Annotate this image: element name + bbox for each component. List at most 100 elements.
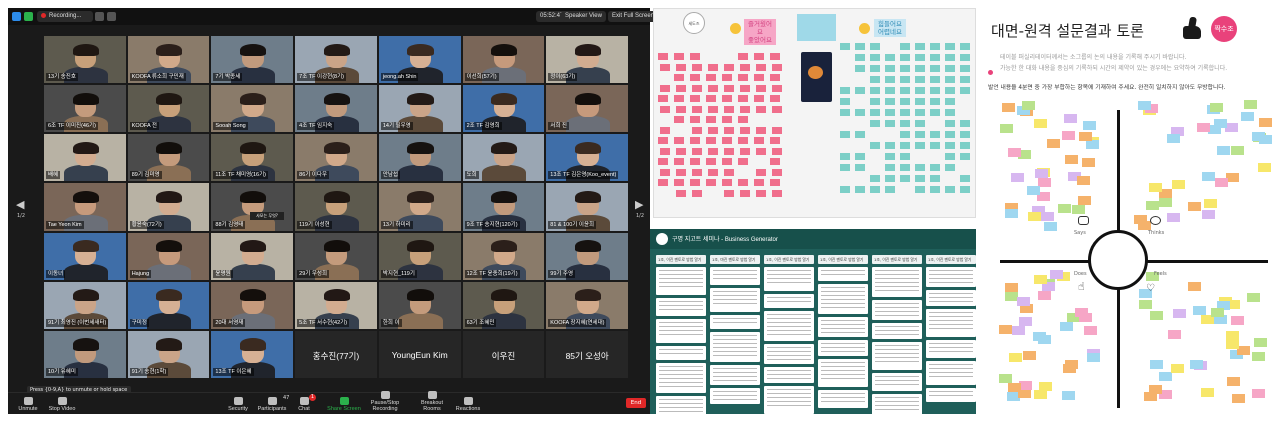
quadrant-sticky-note[interactable] (1190, 359, 1204, 369)
sticky-note-teal[interactable] (915, 76, 925, 83)
participant-tile[interactable]: 13조 TF 이은혜 (211, 330, 294, 378)
sticky-note-teal[interactable] (945, 153, 955, 160)
quadrant-sticky-note[interactable] (1216, 145, 1230, 155)
quadrant-sticky-note[interactable] (1078, 132, 1092, 142)
padlet-post[interactable] (764, 294, 814, 308)
sticky-note-teal[interactable] (915, 131, 925, 138)
sticky-note-pink[interactable] (772, 84, 782, 92)
quadrant-sticky-note[interactable] (1145, 201, 1159, 211)
sticky-note-pink[interactable] (770, 74, 780, 81)
sticky-note-pink[interactable] (706, 158, 716, 165)
participant-tile[interactable]: 11조 TF 채미영(16기) (211, 134, 294, 182)
participant-tile[interactable]: 13기 하미리 (378, 183, 461, 231)
participant-tile[interactable]: 박지현_119기 (378, 232, 461, 280)
sticky-note-pink[interactable] (690, 53, 700, 60)
sticky-note-teal[interactable] (870, 109, 880, 116)
sticky-note-pink[interactable] (754, 74, 764, 81)
sticky-note-pink[interactable] (722, 74, 732, 81)
sticky-note-pink[interactable] (722, 137, 732, 144)
sticky-note-teal[interactable] (945, 164, 955, 171)
sticky-note-teal[interactable] (870, 43, 880, 50)
sticky-note-pink[interactable] (660, 84, 670, 92)
sticky-note-pink[interactable] (724, 168, 734, 176)
sticky-note-teal[interactable] (900, 65, 910, 72)
sticky-note-pink[interactable] (738, 158, 748, 165)
sticky-note-pink[interactable] (754, 95, 764, 102)
sticky-note-teal[interactable] (855, 131, 865, 138)
quadrant-sticky-note[interactable] (1062, 390, 1076, 400)
sticky-note-pink[interactable] (708, 63, 718, 71)
quadrant-sticky-note[interactable] (1065, 359, 1079, 369)
sticky-note-teal[interactable] (960, 153, 970, 160)
participant-tile[interactable]: KOOFA 장지혜(연세대) (546, 281, 628, 329)
sticky-note-pink[interactable] (724, 126, 734, 134)
sticky-note-pink[interactable] (722, 179, 732, 186)
sticky-note-teal[interactable] (885, 109, 895, 116)
stop-video-button[interactable]: Stop Video (42, 397, 82, 412)
participant-tile[interactable]: Sooah Song (211, 85, 294, 133)
participant-tile[interactable]: 29기 우성희 (295, 232, 377, 280)
quadrant-sticky-note[interactable] (1022, 351, 1036, 361)
quadrant-sticky-note[interactable] (1230, 315, 1244, 325)
sticky-note-pink[interactable] (658, 158, 668, 165)
sticky-note-pink[interactable] (674, 74, 684, 81)
padlet-post[interactable] (764, 367, 814, 383)
sticky-note-teal[interactable] (945, 87, 955, 94)
sticky-note-teal[interactable] (885, 76, 895, 83)
sticky-note-pink[interactable] (706, 116, 716, 123)
quadrant-sticky-note[interactable] (1011, 172, 1025, 182)
sticky-note-teal[interactable] (840, 109, 850, 116)
sticky-note-pink[interactable] (772, 63, 782, 71)
quadrant-sticky-note[interactable] (1034, 119, 1048, 129)
sticky-note-pink[interactable] (708, 168, 718, 176)
padlet-post[interactable] (872, 373, 922, 391)
sticky-note-teal[interactable] (945, 109, 955, 116)
quadrant-sticky-note[interactable] (1001, 103, 1015, 113)
participant-tile[interactable]: 4조 TF 임지숙 (295, 85, 377, 133)
speaker-view-button[interactable]: Speaker View (561, 11, 606, 22)
quadrant-sticky-note[interactable] (1034, 169, 1048, 179)
sticky-note-pink[interactable] (674, 95, 684, 102)
participant-tile[interactable]: 2조 TF 김영희 (462, 85, 545, 133)
sticky-note-pink[interactable] (724, 105, 734, 113)
sticky-note-pink[interactable] (690, 137, 700, 144)
participant-tile[interactable]: 91기 송현(1학) (127, 330, 210, 378)
sticky-note-teal[interactable] (915, 65, 925, 72)
breakout-rooms-button[interactable]: Breakout Rooms (412, 391, 452, 412)
quadrant-sticky-note[interactable] (1200, 387, 1214, 397)
sticky-note-pink[interactable] (660, 168, 670, 176)
sticky-note-teal[interactable] (900, 142, 910, 149)
sticky-note-teal[interactable] (930, 54, 940, 61)
sticky-note-teal[interactable] (840, 153, 850, 160)
participant-tile[interactable]: 안남섭 (378, 134, 461, 182)
sticky-note-teal[interactable] (945, 131, 955, 138)
participant-tile[interactable]: 9조 TF 송지현(120기) (462, 183, 545, 231)
sticky-note-pink[interactable] (740, 126, 750, 134)
quadrant-sticky-note[interactable] (998, 373, 1012, 383)
sticky-note-pink[interactable] (756, 147, 766, 155)
sticky-note-teal[interactable] (930, 109, 940, 116)
sticky-note-pink[interactable] (708, 147, 718, 155)
padlet-post[interactable] (818, 284, 868, 314)
sticky-note-teal[interactable] (945, 186, 955, 193)
sticky-note-pink[interactable] (708, 126, 718, 134)
sticky-note-teal[interactable] (840, 131, 850, 138)
quadrant-sticky-note[interactable] (1225, 330, 1239, 340)
shield-icon[interactable] (24, 12, 33, 21)
sticky-note-pink[interactable] (772, 168, 782, 176)
sticky-note-teal[interactable] (900, 131, 910, 138)
quadrant-sticky-note[interactable] (1192, 305, 1206, 315)
sticky-note-pink[interactable] (772, 189, 782, 197)
participant-tile[interactable]: Hajung (127, 232, 210, 280)
stop-icon[interactable] (107, 12, 116, 21)
padlet-post[interactable] (710, 388, 760, 404)
quadrant-sticky-note[interactable] (1230, 145, 1244, 155)
quadrant-sticky-note[interactable] (1062, 130, 1076, 140)
sticky-note-teal[interactable] (870, 54, 880, 61)
quadrant-sticky-note[interactable] (1012, 325, 1026, 335)
zoom-info-icon[interactable] (12, 12, 21, 21)
sticky-note-pink[interactable] (660, 63, 670, 71)
quadrant-sticky-note[interactable] (1071, 205, 1085, 215)
sticky-note-teal[interactable] (885, 54, 895, 61)
sticky-note-teal[interactable] (840, 43, 850, 50)
